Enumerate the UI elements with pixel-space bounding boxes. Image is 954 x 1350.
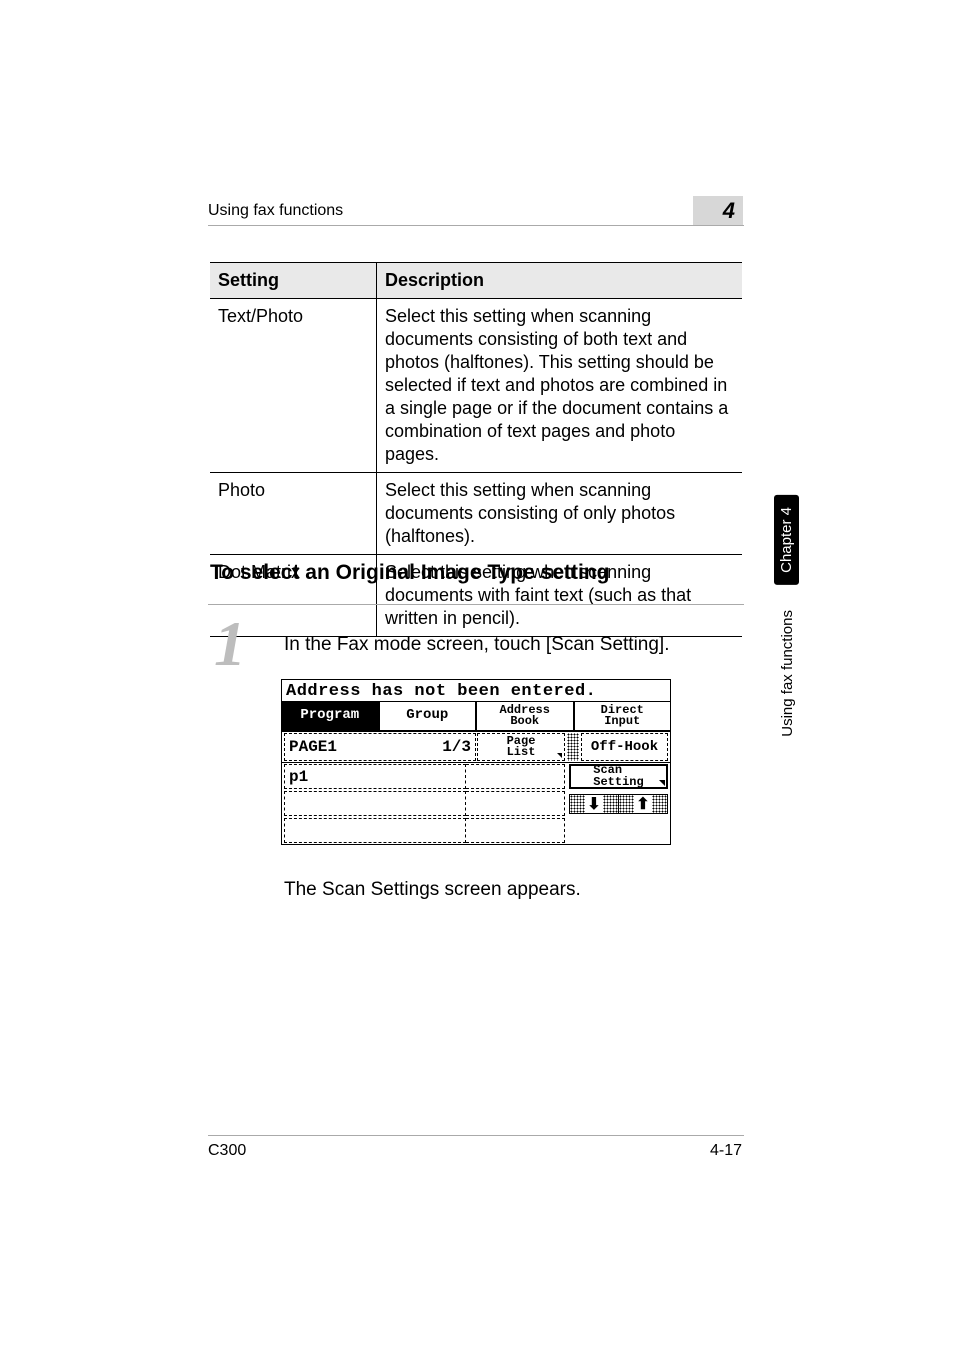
col-description: Description	[377, 263, 743, 299]
lcd-status: Address has not been entered.	[282, 680, 670, 702]
arrow-buttons: ⬇ ⬆	[569, 794, 668, 814]
page-marker: 4	[693, 196, 743, 226]
page-indicator[interactable]: PAGE1 1/3	[284, 733, 476, 761]
side-tab-chapter: Chapter 4	[774, 495, 799, 585]
section-rule	[208, 604, 744, 605]
cell-description: Select this setting when scanning docume…	[377, 473, 743, 555]
list-item-empty[interactable]	[466, 764, 565, 789]
page-list-button[interactable]: Page List	[477, 733, 565, 761]
page-label: PAGE1	[289, 738, 337, 756]
tab-address-book[interactable]: Address Book	[477, 702, 575, 732]
section-heading: To select an Original Image Type setting	[210, 561, 609, 585]
table-row: Text/Photo Select this setting when scan…	[210, 299, 742, 473]
list-item[interactable]: p1	[284, 764, 466, 789]
cell-setting: Photo	[210, 473, 377, 555]
arrow-down-button[interactable]: ⬇	[569, 794, 618, 814]
arrow-up-icon: ⬆	[634, 795, 652, 813]
list-item-empty[interactable]	[466, 818, 565, 843]
list-item-empty[interactable]	[284, 791, 466, 816]
cell-description: Select this setting when scanning docume…	[377, 299, 743, 473]
header-title: Using fax functions	[208, 202, 343, 220]
scan-setting-button[interactable]: Scan Setting	[569, 764, 668, 789]
footer-page: 4-17	[710, 1142, 742, 1160]
list-item-empty[interactable]	[284, 818, 466, 843]
header-rule	[208, 225, 744, 226]
tab-direct-input[interactable]: Direct Input	[575, 702, 671, 732]
col-setting: Setting	[210, 263, 377, 299]
cell-setting: Text/Photo	[210, 299, 377, 473]
step-number: 1	[214, 612, 246, 676]
step-followup: The Scan Settings screen appears.	[284, 879, 581, 901]
table-header-row: Setting Description	[210, 263, 742, 299]
step-text: In the Fax mode screen, touch [Scan Sett…	[284, 634, 670, 656]
footer-rule	[208, 1135, 744, 1136]
list-item-empty[interactable]	[466, 791, 565, 816]
page-count: 1/3	[442, 738, 471, 756]
tab-group[interactable]: Group	[380, 702, 478, 732]
footer-model: C300	[208, 1142, 246, 1160]
tab-program[interactable]: Program	[282, 702, 380, 732]
lcd-screen: Address has not been entered. Program Gr…	[281, 679, 671, 845]
side-tab-section: Using fax functions	[779, 610, 796, 737]
off-hook-button[interactable]: Off-Hook	[581, 733, 668, 761]
separator-dots	[567, 733, 579, 761]
table-row: Photo Select this setting when scanning …	[210, 473, 742, 555]
arrow-down-icon: ⬇	[585, 795, 603, 813]
arrow-up-button[interactable]: ⬆	[618, 794, 668, 814]
